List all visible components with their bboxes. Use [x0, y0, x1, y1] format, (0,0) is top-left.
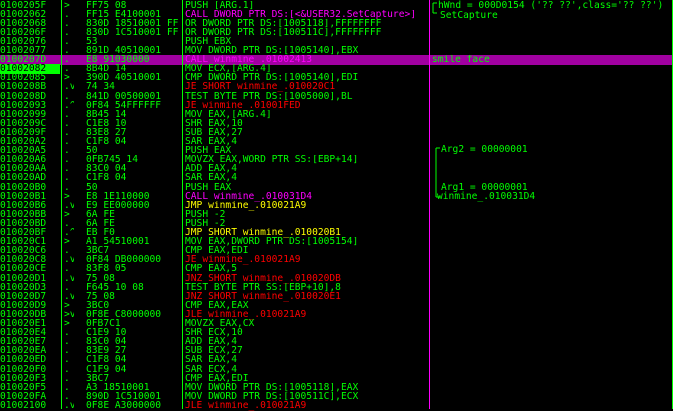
flow-marker: .v	[64, 400, 74, 411]
disassembly-pane[interactable]: 0100205F > FF75 08 PUSH [ARG.1] 01002062. FF1…	[0, 0, 673, 411]
separator-addr	[61, 0, 62, 409]
arg2-comment: Arg2 = 00000001	[441, 144, 528, 155]
separator-comment	[429, 0, 430, 409]
separator-hex	[182, 0, 183, 409]
disasm-row[interactable]: 01002100 .v 0F8E A3000000 JLE winmine_.0100…	[0, 401, 673, 411]
hex-bytes-cell: 0F8E A3000000	[86, 400, 162, 411]
arg1-target-comment: winmine_.010031D4	[437, 191, 536, 202]
hwnd-comment: hWnd = 000D0154 ('?? ??',class='?? ??') …	[432, 1, 672, 21]
address-cell: 01002100	[0, 400, 47, 411]
comment-cell	[432, 401, 672, 411]
instruction-cell: JLE winmine_.010021A9	[185, 400, 307, 411]
setcapture-line: SetCapture	[440, 10, 498, 21]
